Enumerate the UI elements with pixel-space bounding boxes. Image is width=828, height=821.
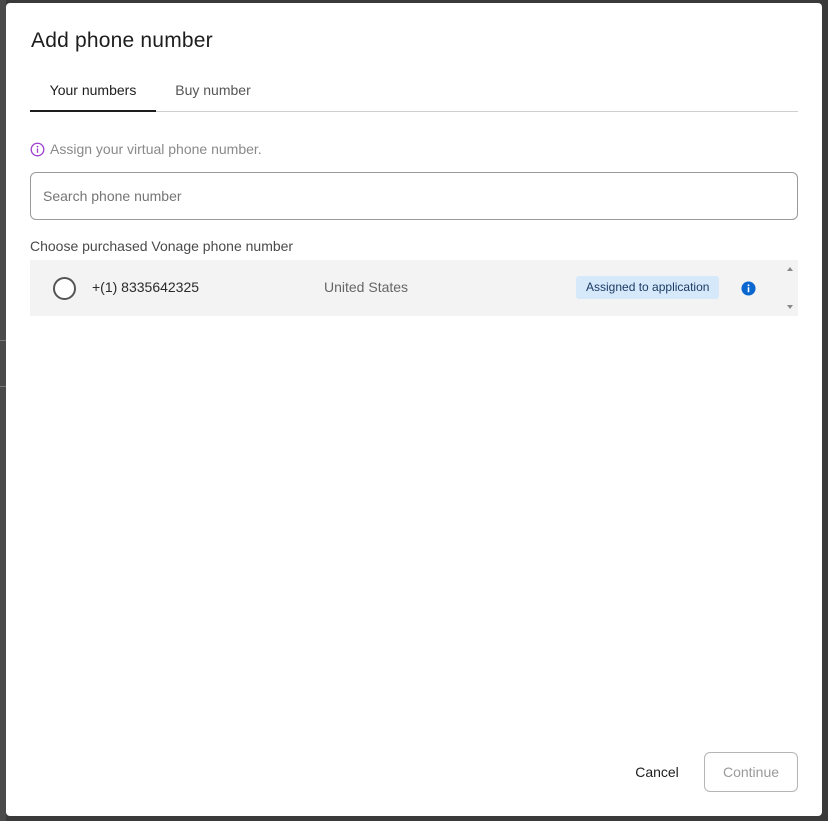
search-field: [30, 172, 798, 220]
assign-hint: Assign your virtual phone number.: [30, 140, 262, 158]
info-icon[interactable]: [741, 281, 756, 296]
tab-your-numbers[interactable]: Your numbers: [30, 69, 156, 112]
tab-buy-number[interactable]: Buy number: [160, 69, 266, 111]
scroll-down-arrow-icon[interactable]: [786, 303, 794, 311]
continue-button[interactable]: Continue: [704, 752, 798, 792]
tab-bar: Your numbers Buy number: [30, 69, 798, 112]
phone-number: +(1) 8335642325: [92, 279, 200, 295]
scroll-up-arrow-icon[interactable]: [786, 265, 794, 273]
phone-number-list: +(1) 8335642325 United States Assigned t…: [30, 260, 798, 316]
add-phone-number-dialog: Add phone number Your numbers Buy number…: [6, 3, 822, 816]
cancel-button[interactable]: Cancel: [624, 753, 690, 791]
assign-hint-text: Assign your virtual phone number.: [50, 141, 262, 157]
country: United States: [324, 279, 409, 295]
dialog-title: Add phone number: [31, 29, 213, 52]
scrollbar[interactable]: [782, 260, 798, 316]
status-badge: Assigned to application: [576, 276, 720, 299]
list-item[interactable]: +(1) 8335642325 United States Assigned t…: [30, 260, 782, 316]
info-circle-icon: [30, 142, 45, 156]
select-radio[interactable]: [53, 277, 76, 300]
list-label: Choose purchased Vonage phone number: [30, 238, 294, 254]
search-input[interactable]: [31, 173, 797, 219]
